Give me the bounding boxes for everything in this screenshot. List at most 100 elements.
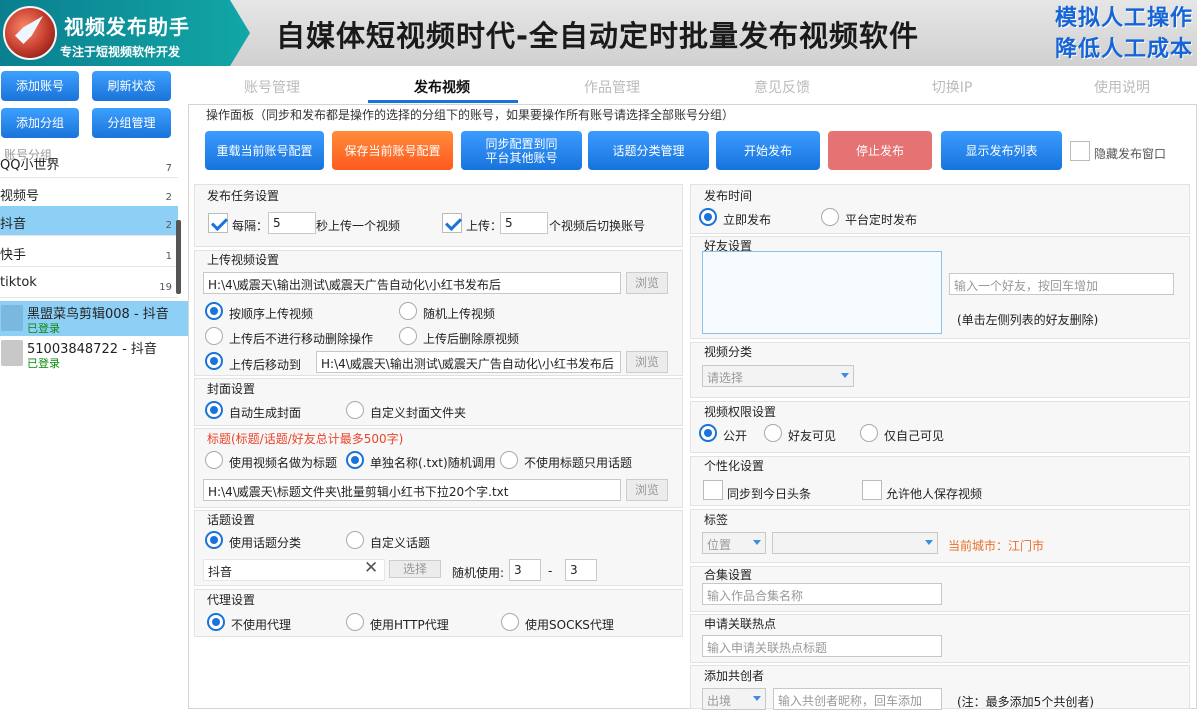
- upload-count-input[interactable]: 5: [500, 212, 548, 234]
- sync-config-button[interactable]: 同步配置到同 平台其他账号: [461, 131, 582, 170]
- allow-save-checkbox[interactable]: [862, 480, 882, 500]
- account-row[interactable]: 51003848722 - 抖音 已登录: [0, 336, 188, 371]
- show-publish-list-button[interactable]: 显示发布列表: [941, 131, 1062, 170]
- group-item[interactable]: QQ小世界 7: [0, 152, 178, 178]
- title-from-txt-label: 单独名称(.txt)随机调用: [370, 456, 496, 470]
- add-group-button[interactable]: 添加分组: [1, 108, 79, 138]
- no-title-radio[interactable]: [500, 451, 518, 469]
- move-path-input[interactable]: H:\4\威震天\输出测试\威震天广告自动化\小红书发布后: [316, 351, 621, 373]
- refresh-status-button[interactable]: 刷新状态: [92, 71, 171, 101]
- no-title-label: 不使用标题只用话题: [524, 456, 633, 470]
- clear-icon[interactable]: ✕: [364, 558, 378, 578]
- category-select[interactable]: 请选择: [702, 365, 854, 387]
- move-browse-button[interactable]: 浏览: [626, 351, 668, 373]
- title-path-input[interactable]: H:\4\威震天\标题文件夹\批量剪辑小红书下拉20个字.txt: [203, 479, 621, 501]
- group-manage-button[interactable]: 分组管理: [92, 108, 171, 138]
- friends-visible-label: 好友可见: [788, 429, 837, 443]
- seq-upload-radio[interactable]: [205, 302, 223, 320]
- no-proxy-label: 不使用代理: [231, 618, 292, 632]
- private-radio[interactable]: [860, 424, 878, 442]
- tab-publish-video[interactable]: 发布视频: [382, 77, 502, 97]
- upload-path-input[interactable]: H:\4\威震天\输出测试\威震天广告自动化\小红书发布后: [203, 272, 621, 294]
- tab-feedback[interactable]: 意见反馈: [722, 77, 842, 97]
- tab-help[interactable]: 使用说明: [1062, 77, 1182, 97]
- upload-count-checkbox[interactable]: [442, 213, 462, 233]
- account-row[interactable]: 黑盟菜鸟剪辑008 - 抖音 已登录: [0, 301, 188, 336]
- rand-upload-label: 随机上传视频: [423, 307, 496, 321]
- friend-input[interactable]: 输入一个好友，按回车增加: [949, 273, 1174, 295]
- topic-input[interactable]: 抖音: [203, 559, 385, 581]
- tagline-2: 降低人工成本: [1054, 37, 1193, 62]
- group-item[interactable]: 视频号 2: [0, 178, 178, 208]
- title-from-txt-radio[interactable]: [346, 451, 364, 469]
- stop-publish-button[interactable]: 停止发布: [828, 131, 932, 170]
- collection-input[interactable]: 输入作品合集名称: [702, 583, 942, 605]
- location-detail-select[interactable]: [772, 532, 938, 554]
- save-config-button[interactable]: 保存当前账号配置: [332, 131, 453, 170]
- start-publish-button[interactable]: 开始发布: [716, 131, 820, 170]
- title-from-name-radio[interactable]: [205, 451, 223, 469]
- account-pane: 账号分组 QQ小世界 7 视频号 2 抖音 2 快手 1 tiktok 19 黑盟菜鸟剪辑…: [0, 140, 188, 709]
- custom-topic-label: 自定义话题: [370, 536, 431, 550]
- public-radio[interactable]: [699, 424, 717, 442]
- custom-topic-radio[interactable]: [346, 531, 364, 549]
- tab-bar: 账号管理 发布视频 作品管理 意见反馈 切换IP 使用说明: [188, 66, 1197, 106]
- topic-category-radio[interactable]: [205, 531, 223, 549]
- interval-input[interactable]: 5: [268, 212, 316, 234]
- custom-cover-label: 自定义封面文件夹: [370, 406, 467, 420]
- avatar: [1, 340, 23, 366]
- timed-publish-label: 平台定时发布: [845, 213, 918, 227]
- interval-checkbox[interactable]: [208, 213, 228, 233]
- rand-upload-radio[interactable]: [399, 302, 417, 320]
- upload-browse-button[interactable]: 浏览: [626, 272, 668, 294]
- socks-proxy-radio[interactable]: [501, 613, 519, 631]
- friends-visible-radio[interactable]: [764, 424, 782, 442]
- topic-category-button[interactable]: 话题分类管理: [588, 131, 709, 170]
- group-item-selected[interactable]: 抖音 2: [0, 206, 178, 236]
- topic-choose-button[interactable]: 选择: [389, 560, 441, 578]
- socks-proxy-label: 使用SOCKS代理: [525, 618, 614, 632]
- cover-title: 封面设置: [207, 382, 256, 396]
- tab-works-manage[interactable]: 作品管理: [552, 77, 672, 97]
- cocreator-input[interactable]: 输入共创者昵称，回车添加: [773, 688, 942, 710]
- title-browse-button[interactable]: 浏览: [626, 479, 668, 501]
- http-proxy-radio[interactable]: [346, 613, 364, 631]
- reload-config-button[interactable]: 重载当前账号配置: [205, 131, 324, 170]
- collection-title: 合集设置: [704, 568, 753, 582]
- friends-hint: (单击左侧列表的好友删除): [957, 313, 1099, 327]
- hotspot-input[interactable]: 输入申请关联热点标题: [702, 635, 942, 657]
- custom-cover-radio[interactable]: [346, 401, 364, 419]
- publish-now-radio[interactable]: [699, 208, 717, 226]
- proxy-title: 代理设置: [207, 593, 256, 607]
- no-move-label: 上传后不进行移动删除操作: [229, 332, 374, 346]
- random-min-input[interactable]: 3: [509, 559, 541, 581]
- permission-title: 视频权限设置: [704, 405, 777, 419]
- active-tab-indicator: [368, 100, 518, 103]
- slogan: 自媒体短视频时代-全自动定时批量发布视频软件: [276, 19, 920, 53]
- tab-account-manage[interactable]: 账号管理: [212, 77, 332, 97]
- location-select[interactable]: 位置: [702, 532, 766, 554]
- hotspot-title: 申请关联热点: [704, 617, 777, 631]
- cocreator-role-select[interactable]: 出境: [702, 688, 766, 710]
- upload-count-suffix: 个视频后切换账号: [549, 219, 646, 233]
- chevron-down-icon: [753, 696, 761, 701]
- friends-list[interactable]: [702, 251, 942, 334]
- tab-switch-ip[interactable]: 切换IP: [892, 77, 1012, 97]
- sync-toutiao-checkbox[interactable]: [703, 480, 723, 500]
- random-max-input[interactable]: 3: [565, 559, 597, 581]
- move-after-radio[interactable]: [205, 352, 223, 370]
- app-subtitle: 专注于短视频软件开发: [60, 45, 181, 59]
- group-item[interactable]: 快手 1: [0, 237, 178, 267]
- no-proxy-radio[interactable]: [207, 613, 225, 631]
- tagline-1: 模拟人工操作: [1054, 6, 1193, 31]
- timed-publish-radio[interactable]: [821, 208, 839, 226]
- current-city: 当前城市：江门市: [948, 539, 1045, 553]
- group-scrollbar[interactable]: [176, 220, 181, 294]
- hide-window-checkbox[interactable]: [1070, 141, 1090, 161]
- no-move-radio[interactable]: [205, 327, 223, 345]
- add-account-button[interactable]: 添加账号: [1, 71, 79, 101]
- group-item[interactable]: tiktok 19: [0, 268, 178, 298]
- auto-cover-radio[interactable]: [205, 401, 223, 419]
- allow-save-label: 允许他人保存视频: [886, 487, 983, 501]
- delete-after-radio[interactable]: [399, 327, 417, 345]
